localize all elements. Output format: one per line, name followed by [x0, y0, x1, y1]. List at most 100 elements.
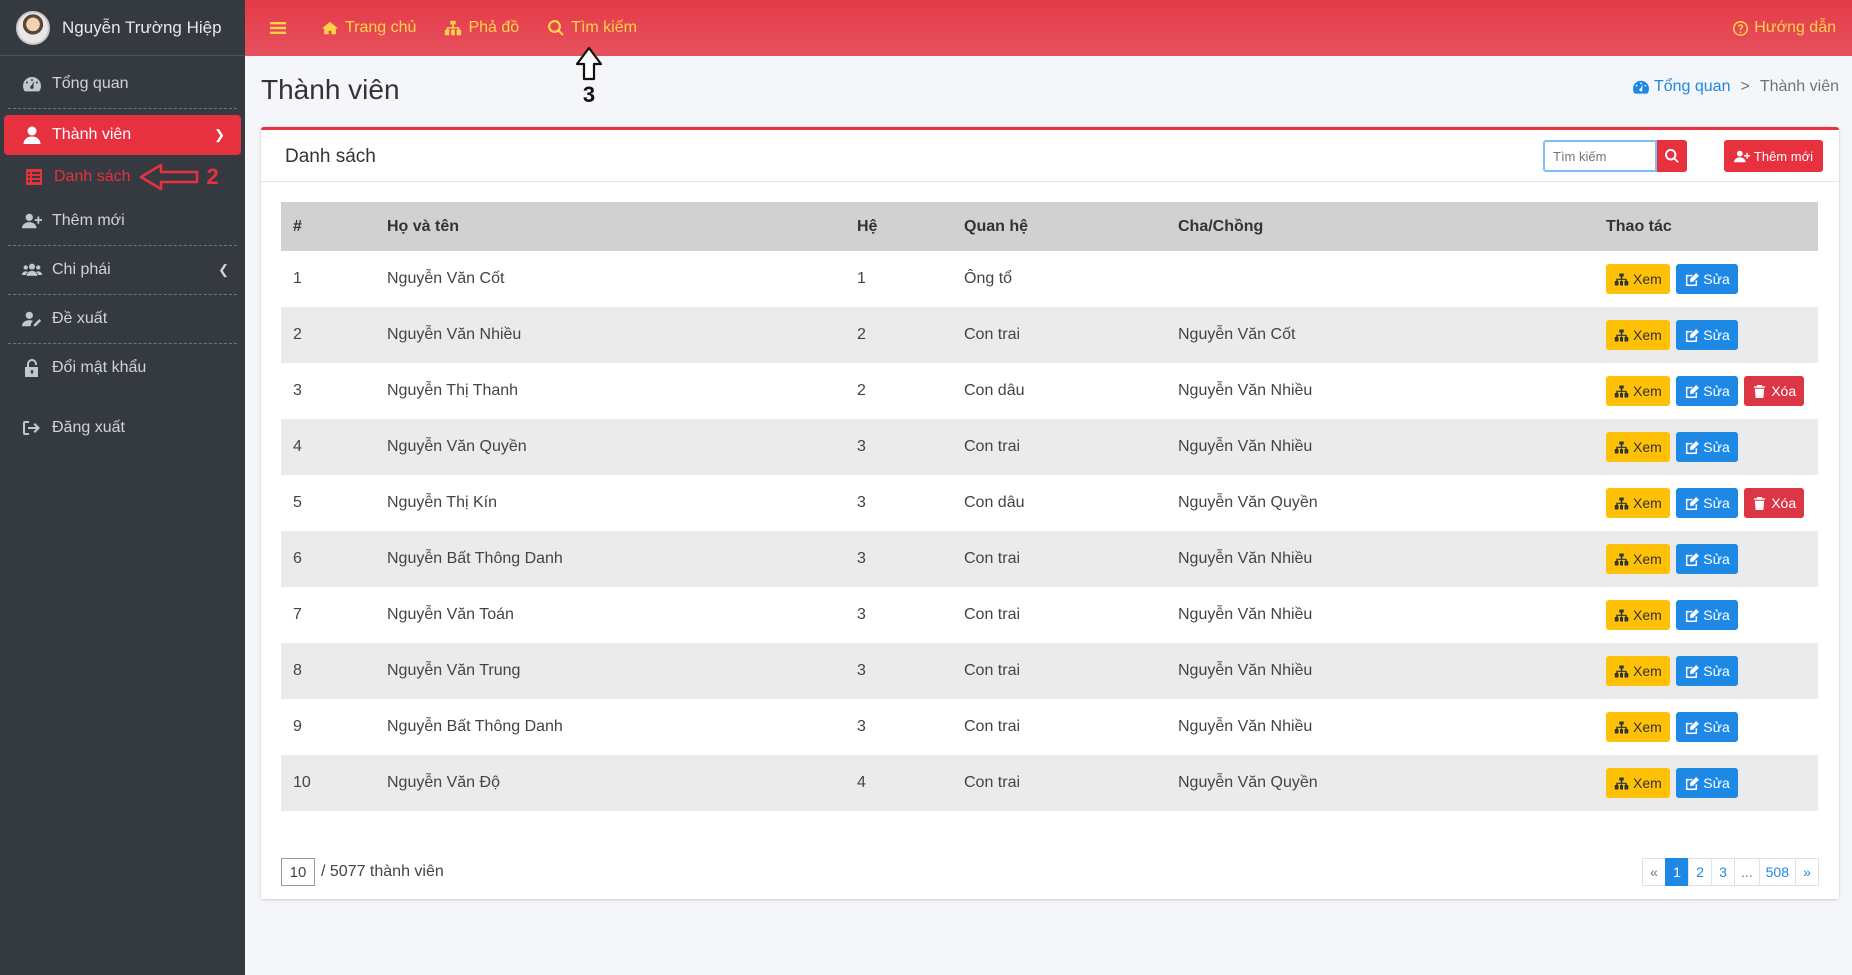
- view-button[interactable]: Xem: [1606, 656, 1670, 686]
- view-button[interactable]: Xem: [1606, 712, 1670, 742]
- user-edit-icon: [20, 310, 44, 328]
- cell-relation: Con dâu: [964, 382, 1025, 399]
- sidebar-item-label: Đăng xuất: [52, 419, 125, 436]
- cell-actions: Xem Sửa Xóa: [1594, 475, 1818, 531]
- delete-label: Xóa: [1771, 383, 1797, 399]
- search-button[interactable]: [1657, 140, 1687, 172]
- view-button[interactable]: Xem: [1606, 432, 1670, 462]
- column-header-generation: Hệ: [857, 217, 878, 235]
- cell-index: 6: [293, 550, 302, 567]
- cell-parent: Nguyễn Văn Quyền: [1178, 494, 1318, 511]
- search-input[interactable]: [1543, 140, 1657, 172]
- cell-name: Nguyễn Thị Kín: [387, 494, 497, 511]
- sidebar-item-thanh-vien[interactable]: Thành viên ❯: [4, 115, 241, 155]
- trash-icon: [1754, 496, 1766, 510]
- table-row: 7 Nguyễn Văn Toán 3 Con trai Nguyễn Văn …: [281, 587, 1818, 643]
- edit-label: Sửa: [1703, 383, 1730, 399]
- edit-button[interactable]: Sửa: [1676, 320, 1738, 350]
- page-link[interactable]: «: [1641, 858, 1666, 886]
- edit-icon: [1686, 272, 1700, 286]
- edit-button[interactable]: Sửa: [1676, 768, 1738, 798]
- edit-button[interactable]: Sửa: [1676, 432, 1738, 462]
- breadcrumb: Tổng quan > Thành viên: [1632, 78, 1839, 96]
- view-button[interactable]: Xem: [1606, 320, 1670, 350]
- view-button[interactable]: Xem: [1606, 264, 1670, 294]
- page-link[interactable]: 2: [1687, 858, 1712, 886]
- card-footer: 10 / 5077 thành viên «1 2 3... 508»: [261, 843, 1839, 899]
- breadcrumb-home-link[interactable]: Tổng quan: [1632, 78, 1730, 96]
- sidebar-item-doi-mat-khau[interactable]: Đổi mật khẩu: [0, 344, 245, 392]
- edit-button[interactable]: Sửa: [1676, 600, 1738, 630]
- edit-label: Sửa: [1703, 775, 1730, 791]
- edit-label: Sửa: [1703, 327, 1730, 343]
- nav-search-link[interactable]: Tìm kiếm: [547, 19, 637, 37]
- cell-parent: Nguyễn Văn Nhiều: [1178, 550, 1313, 567]
- sidebar-nav: Tổng quan Thành viên ❯ Danh sách 2 Thêm …: [0, 56, 245, 452]
- sidebar-item-de-xuat[interactable]: Đề xuất: [0, 295, 245, 343]
- nav-family-tree-link[interactable]: Phả đồ: [444, 19, 519, 37]
- user-panel[interactable]: Nguyễn Trường Hiệp: [0, 0, 245, 56]
- delete-button[interactable]: Xóa: [1744, 376, 1805, 406]
- sidebar-item-danh-sach[interactable]: Danh sách 2: [0, 157, 245, 197]
- page-link[interactable]: 508: [1758, 858, 1796, 886]
- cell-index: 2: [293, 326, 302, 343]
- page-link[interactable]: 3: [1710, 858, 1735, 886]
- edit-button[interactable]: Sửa: [1676, 264, 1738, 294]
- nav-help-link[interactable]: Hướng dẫn: [1733, 19, 1836, 37]
- search-group: [1543, 140, 1687, 172]
- sidebar-item-tong-quan[interactable]: Tổng quan: [0, 60, 245, 108]
- cell-actions: Xem Sửa: [1594, 755, 1818, 811]
- cell-index: 5: [293, 494, 302, 511]
- table-header-row: # Họ và tên Hệ Quan hệ Cha/Chồng Thao tá…: [281, 202, 1818, 251]
- edit-icon: [1686, 776, 1700, 790]
- cell-generation: 2: [857, 382, 866, 399]
- list-icon: [22, 169, 46, 185]
- edit-button[interactable]: Sửa: [1676, 656, 1738, 686]
- edit-button[interactable]: Sửa: [1676, 712, 1738, 742]
- edit-button[interactable]: Sửa: [1676, 376, 1738, 406]
- cell-relation: Con trai: [964, 438, 1021, 455]
- view-label: Xem: [1633, 383, 1662, 399]
- sidebar-item-dang-xuat[interactable]: Đăng xuất: [0, 404, 245, 452]
- cell-index: 4: [293, 438, 302, 455]
- sidebar-item-chi-phai[interactable]: Chi phái ❮: [0, 246, 245, 294]
- sitemap-icon: [1614, 721, 1629, 733]
- page-title: Thành viên: [261, 74, 400, 105]
- sidebar-item-them-moi[interactable]: Thêm mới: [0, 197, 245, 245]
- breadcrumb-current: Thành viên: [1759, 78, 1839, 95]
- delete-button[interactable]: Xóa: [1744, 488, 1805, 518]
- cell-parent: Nguyễn Văn Nhiều: [1178, 382, 1313, 399]
- cell-relation: Con trai: [964, 718, 1021, 735]
- search-icon: [548, 20, 564, 36]
- sitemap-icon: [1614, 777, 1629, 789]
- lock-icon: [20, 359, 44, 377]
- view-label: Xem: [1633, 495, 1662, 511]
- page-link[interactable]: 1: [1664, 858, 1689, 886]
- edit-button[interactable]: Sửa: [1676, 544, 1738, 574]
- page-link[interactable]: »: [1795, 858, 1819, 886]
- view-button[interactable]: Xem: [1606, 376, 1670, 406]
- cell-generation: 3: [857, 718, 866, 735]
- menu-toggle-button[interactable]: [269, 20, 293, 36]
- table-row: 1 Nguyễn Văn Cốt 1 Ông tổ Xem Sửa: [281, 251, 1818, 307]
- sitemap-icon: [1614, 553, 1629, 565]
- edit-button[interactable]: Sửa: [1676, 488, 1738, 518]
- edit-label: Sửa: [1703, 607, 1730, 623]
- nav-home-link[interactable]: Trang chủ: [321, 19, 416, 37]
- user-plus-icon: [20, 212, 44, 230]
- view-button[interactable]: Xem: [1606, 488, 1670, 518]
- edit-icon: [1686, 552, 1700, 566]
- edit-label: Sửa: [1703, 495, 1730, 511]
- sitemap-icon: [1614, 665, 1629, 677]
- view-button[interactable]: Xem: [1606, 544, 1670, 574]
- chevron-left-icon: ❮: [218, 262, 229, 277]
- view-button[interactable]: Xem: [1606, 600, 1670, 630]
- page-link: ...: [1733, 858, 1760, 886]
- view-button[interactable]: Xem: [1606, 768, 1670, 798]
- add-member-button[interactable]: Thêm mới: [1723, 140, 1823, 172]
- cell-generation: 3: [857, 494, 866, 511]
- edit-icon: [1686, 384, 1700, 398]
- column-header-name: Họ và tên: [387, 217, 460, 235]
- cell-parent: Nguyễn Văn Quyền: [1178, 774, 1318, 791]
- per-page-input[interactable]: 10: [281, 858, 315, 886]
